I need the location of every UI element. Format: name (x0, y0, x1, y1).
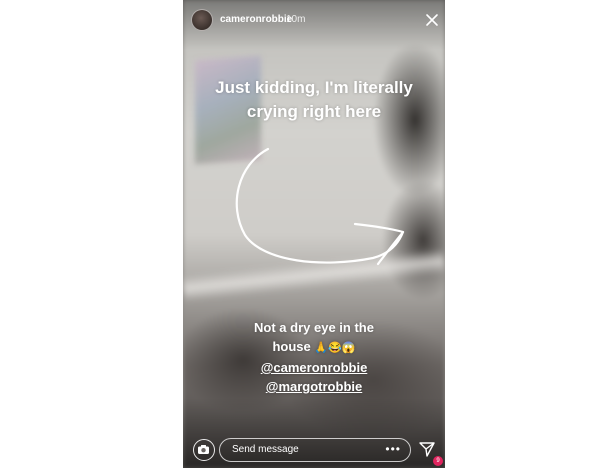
caption-bottom-line2: house 🙏😂😱 (183, 337, 445, 358)
more-icon[interactable]: ••• (385, 443, 401, 455)
caption-bottom-line1: Not a dry eye in the (254, 320, 374, 335)
story-header: cameronrobbie 10m (183, 8, 445, 32)
caption-top-line1: Just kidding, I'm literally (215, 78, 413, 97)
timestamp: 10m (286, 14, 306, 25)
notification-badge: 9 (433, 456, 443, 466)
send-icon[interactable] (418, 440, 436, 458)
emoji-sequence: 🙏😂😱 (314, 342, 356, 354)
camera-button[interactable] (193, 439, 215, 461)
camera-icon (198, 445, 209, 454)
mention-cameronrobbie[interactable]: @cameronrobbie (261, 360, 368, 375)
close-icon[interactable] (424, 12, 440, 28)
caption-top-line2: crying right here (246, 102, 382, 121)
username[interactable]: cameronrobbie (220, 14, 292, 25)
mention-margotrobbie[interactable]: @margotrobbie (266, 379, 362, 394)
send-message-input[interactable]: Send message ••• (219, 438, 411, 462)
caption-top: Just kidding, I'm literally crying right… (183, 76, 445, 124)
caption-bottom: Not a dry eye in the house 🙏😂😱 @cameronr… (183, 318, 445, 396)
send-message-placeholder: Send message (232, 444, 299, 455)
story-viewer: cameronrobbie 10m Just kidding, I'm lite… (183, 0, 445, 468)
avatar[interactable] (191, 9, 213, 31)
caption-bottom-house: house (272, 339, 311, 354)
story-footer: Send message ••• 9 (183, 434, 445, 466)
